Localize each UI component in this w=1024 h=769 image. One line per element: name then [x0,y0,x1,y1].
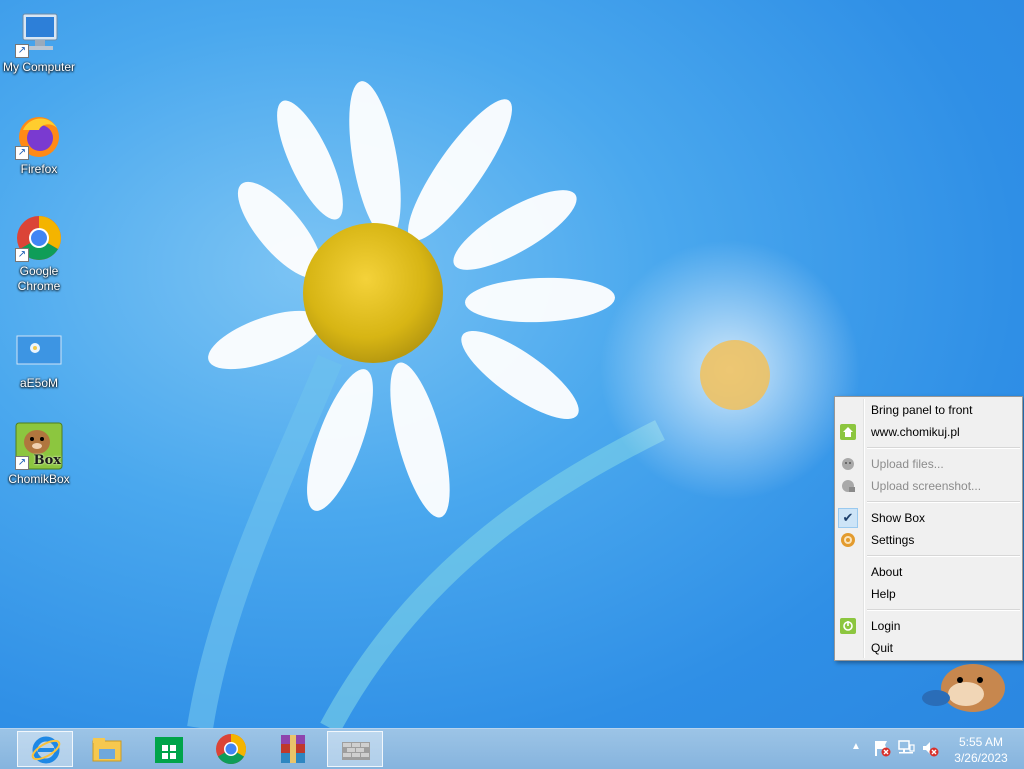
chomikbox-icon: Box ↗ [15,422,63,470]
menu-separator [867,555,1020,557]
menu-item-label: Login [871,619,901,633]
clock-date: 3/26/2023 [954,751,1008,765]
chrome-icon: ↗ [15,214,63,262]
menu-item-label: Help [871,587,896,601]
menu-item-show-box[interactable]: ✔ Show Box [835,507,1022,529]
store-icon [155,737,183,763]
menu-separator [867,447,1020,449]
menu-item-upload-files[interactable]: Upload files... [835,453,1022,475]
winrar-icon [281,735,305,763]
menu-item-settings[interactable]: Settings [835,529,1022,551]
action-center-flag-icon[interactable] [873,739,891,757]
shortcut-arrow-icon: ↗ [15,248,29,262]
desktop-icon-my-computer[interactable]: ↗ My Computer [1,10,77,75]
menu-item-label: Upload screenshot... [871,479,982,493]
desktop-icon-label: aE5oM [19,376,59,390]
image-file-icon [15,326,63,374]
menu-item-chomikuj-website[interactable]: www.chomikuj.pl [835,421,1022,443]
chomikbox-wall-icon [342,742,370,760]
taskbar-chrome[interactable] [203,731,259,767]
desktop-icon-label: Google Chrome [17,264,61,293]
taskbar-chomikbox[interactable] [327,731,383,767]
menu-item-login[interactable]: Login [835,615,1022,637]
file-explorer-icon [92,738,122,762]
desktop-icon-firefox[interactable]: ↗ Firefox [1,112,77,177]
upload-screenshot-icon [840,478,856,494]
home-icon [840,424,856,440]
taskbar-internet-explorer[interactable] [17,731,73,767]
menu-item-bring-panel-to-front[interactable]: Bring panel to front [835,399,1022,421]
tray-overflow-chevron-icon[interactable]: ▲ [851,741,861,752]
taskbar-winrar[interactable] [265,731,321,767]
desktop-icon-google-chrome[interactable]: ↗ Google Chrome [1,214,77,294]
desktop-icon-ae5om[interactable]: aE5oM [1,326,77,391]
menu-item-label: Quit [871,641,894,655]
upload-icon [840,456,856,472]
internet-explorer-icon [31,736,61,764]
volume-muted-icon[interactable] [921,739,939,757]
taskbar-store[interactable] [141,731,197,767]
menu-item-upload-screenshot[interactable]: Upload screenshot... [835,475,1022,497]
menu-item-label: www.chomikuj.pl [871,425,960,439]
menu-item-label: Bring panel to front [871,403,973,417]
shortcut-arrow-icon: ↗ [15,44,29,58]
checkmark-icon: ✔ [838,508,858,528]
menu-item-label: Upload files... [871,457,944,471]
gear-icon [840,532,856,548]
desktop-icon-chomikbox[interactable]: Box ↗ ChomikBox [1,422,77,487]
menu-item-about[interactable]: About [835,561,1022,583]
taskbar: ▲ 5:55 AM 3/26/2023 [0,728,1024,769]
menu-separator [867,609,1020,611]
clock-time: 5:55 AM [958,735,1004,749]
network-icon[interactable] [897,739,915,757]
taskbar-clock[interactable]: 5:55 AM 3/26/2023 [946,734,1016,766]
computer-icon: ↗ [15,10,63,58]
taskbar-file-explorer[interactable] [79,731,135,767]
desktop-icon-label: Firefox [20,162,58,176]
chomikbox-badge: Box [33,453,61,468]
firefox-icon: ↗ [15,112,63,160]
menu-item-label: Settings [871,533,915,547]
tray-context-menu: Bring panel to front www.chomikuj.pl Upl… [834,396,1023,661]
shortcut-arrow-icon: ↗ [15,456,29,470]
menu-item-label: Show Box [871,511,926,525]
chrome-icon [216,734,247,765]
menu-item-help[interactable]: Help [835,583,1022,605]
menu-item-label: About [871,565,903,579]
shortcut-arrow-icon: ↗ [15,146,29,160]
power-icon [840,618,856,634]
menu-separator [867,501,1020,503]
desktop-icon-label: My Computer [2,60,76,74]
desktop-icon-label: ChomikBox [8,472,70,486]
chomikbox-mascot-icon[interactable] [918,654,1008,714]
